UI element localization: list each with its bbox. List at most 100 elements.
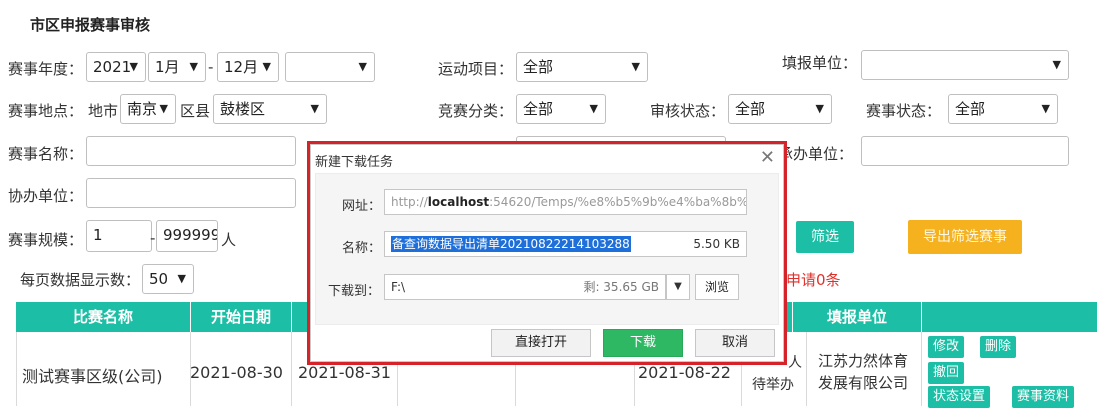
export-button[interactable]: 导出筛选赛事 [908, 220, 1022, 254]
category-select[interactable]: 全部 ▼ [516, 94, 606, 124]
url-prefix: http:// [391, 195, 428, 209]
browse-button[interactable]: 浏览 [695, 274, 739, 300]
status-setting-button[interactable]: 状态设置 [928, 386, 991, 408]
table-divider [291, 332, 292, 406]
download-to-label: 下载到： [328, 284, 381, 299]
location-label: 赛事地点： [8, 102, 84, 120]
month-start-value: 1月 [155, 58, 180, 76]
file-size: 5.50 KB [693, 237, 740, 251]
url-rest: :54620/Temps/%e8%b5%9b%e4%ba%8b% [489, 195, 747, 209]
month-end-value: 12月 [224, 58, 259, 76]
scale-unit: 人 [221, 231, 237, 249]
chevron-down-icon: ▼ [1052, 58, 1061, 71]
row-name: 测试赛事区级(公司) [22, 367, 163, 386]
row-start-date: 2021-08-30 [190, 363, 283, 382]
chevron-down-icon: ▼ [189, 60, 198, 73]
filler-label: 填报单位： [782, 54, 858, 72]
district-label: 区县 [180, 102, 211, 120]
review-label: 审核状态： [650, 102, 726, 120]
apply-count: 申请0条 [786, 271, 841, 289]
row-unit-line2: 发展有限公司 [818, 374, 909, 392]
table-divider [921, 332, 922, 406]
sport-select[interactable]: 全部 ▼ [516, 52, 648, 82]
organizer-label: 承办单位： [778, 145, 854, 163]
year-label: 赛事年度： [8, 60, 84, 78]
event-materials-button[interactable]: 赛事资料 [1012, 386, 1075, 408]
scale-label: 赛事规模： [8, 231, 84, 249]
month-start-select[interactable]: 1月 ▼ [148, 52, 206, 82]
chevron-down-icon: ▼ [358, 60, 367, 73]
review-value: 全部 [735, 100, 766, 118]
delete-button[interactable]: 删除 [980, 336, 1017, 358]
extra-select[interactable]: ▼ [285, 52, 375, 82]
chevron-down-icon: ▼ [159, 102, 168, 115]
page-size-value: 50 [149, 270, 169, 288]
path-field[interactable]: F:\ 剩: 35.65 GB [384, 274, 666, 300]
chevron-down-icon: ▼ [589, 102, 598, 115]
column-header-actions [922, 302, 1097, 332]
url-host: localhost [427, 195, 490, 209]
year-select[interactable]: 2021 ▼ [86, 52, 146, 82]
filler-select[interactable]: ▼ [861, 50, 1069, 80]
scale-min-input[interactable]: 1 [86, 220, 152, 252]
chevron-down-icon: ▼ [129, 60, 138, 73]
review-select[interactable]: 全部 ▼ [728, 94, 832, 124]
chevron-down-icon: ▼ [310, 102, 319, 115]
file-name-selected: 备查询数据导出清单20210822214103288 [391, 236, 631, 252]
district-value: 鼓楼区 [220, 100, 266, 118]
row-end-date: 2021-08-31 [298, 363, 391, 382]
month-end-select[interactable]: 12月 ▼ [217, 52, 279, 82]
url-field[interactable]: http://localhost:54620/Temps/%e8%b5%9b%e… [384, 189, 747, 215]
category-label: 竞赛分类： [438, 102, 514, 120]
city-label: 地市 [88, 102, 119, 120]
sport-value: 全部 [523, 58, 554, 76]
coorg-input[interactable] [86, 178, 296, 208]
category-value: 全部 [523, 100, 554, 118]
chevron-down-icon: ▼ [815, 102, 824, 115]
chevron-down-icon: ▼ [674, 281, 682, 292]
file-name-field[interactable]: 备查询数据导出清单20210822214103288 5.50 KB [384, 231, 747, 257]
edit-button[interactable]: 修改 [928, 336, 965, 358]
organizer-input[interactable] [861, 136, 1069, 166]
withdraw-button[interactable]: 撤回 [928, 362, 965, 384]
column-header-unit: 填报单位 [793, 302, 921, 332]
month-dash: - [208, 58, 214, 76]
row-status-a: 人 [788, 355, 802, 371]
free-space: 剩: 35.65 GB [583, 280, 659, 294]
scale-max-input[interactable]: 999999 [156, 220, 218, 252]
close-icon[interactable]: ✕ [760, 147, 775, 168]
filter-button[interactable]: 筛选 [796, 221, 854, 253]
chevron-down-icon: ▼ [177, 272, 186, 285]
status-select[interactable]: 全部 ▼ [948, 94, 1058, 124]
chevron-down-icon: ▼ [631, 60, 640, 73]
coorg-label: 协办单位： [8, 187, 84, 205]
sport-label: 运动项目： [438, 60, 514, 78]
city-select[interactable]: 南京 ▼ [120, 94, 176, 124]
open-directly-button[interactable]: 直接打开 [491, 329, 591, 357]
url-label: 网址： [342, 199, 382, 214]
name-label: 赛事名称： [8, 145, 84, 163]
status-label: 赛事状态： [866, 102, 942, 120]
page-title: 市区申报赛事审核 [30, 16, 151, 34]
chevron-down-icon: ▼ [1041, 102, 1050, 115]
page-size-select[interactable]: 50 ▼ [142, 264, 194, 294]
row-unit-line1: 江苏力然体育 [818, 352, 909, 370]
dialog-body: 网址： http://localhost:54620/Temps/%e8%b5%… [315, 173, 779, 325]
dialog-title: 新建下载任务 [315, 155, 394, 170]
chevron-down-icon: ▼ [262, 60, 271, 73]
download-dialog: 新建下载任务 ✕ 网址： http://localhost:54620/Temp… [310, 144, 784, 362]
column-header-name: 比赛名称 [16, 302, 190, 332]
district-select[interactable]: 鼓楼区 ▼ [213, 94, 327, 124]
download-button[interactable]: 下载 [603, 329, 683, 357]
row-status-b: 待举办 [752, 377, 794, 393]
year-value: 2021 [93, 58, 132, 76]
page-size-label: 每页数据显示数： [20, 271, 141, 289]
path-dropdown[interactable]: ▼ [666, 274, 690, 300]
name-label: 名称： [342, 241, 382, 256]
cancel-button[interactable]: 取消 [695, 329, 775, 357]
scale-dash: - [150, 229, 156, 247]
path-value: F:\ [391, 280, 406, 294]
name-input[interactable] [86, 136, 296, 166]
column-header-start: 开始日期 [191, 302, 291, 332]
status-value: 全部 [955, 100, 986, 118]
